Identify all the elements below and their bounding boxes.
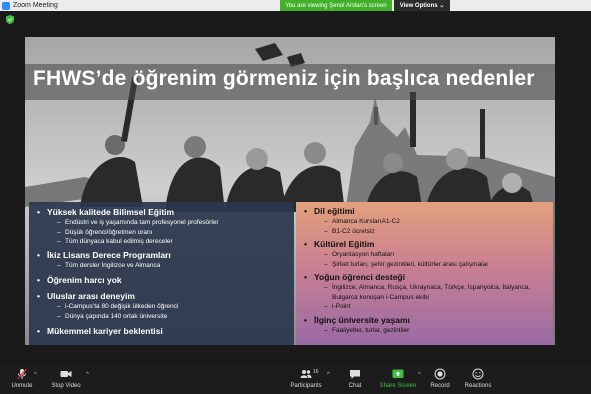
participants-button[interactable]: Participants bbox=[281, 368, 331, 389]
stop-video-button[interactable]: Stop Video bbox=[41, 368, 91, 389]
reason-item: Dünya çapında 140 ortak üniversite bbox=[29, 312, 294, 322]
participants-icon bbox=[300, 370, 312, 378]
record-icon bbox=[434, 368, 446, 380]
stop-video-label: Stop Video bbox=[51, 383, 81, 389]
slide-title: FHWS’de öğrenim görmeniz için başlıca ne… bbox=[33, 67, 535, 90]
share-screen-icon bbox=[392, 369, 404, 378]
reason-item: Faaliyetler, turlar, gezintiler bbox=[296, 326, 553, 336]
muted-mic-icon bbox=[17, 368, 27, 380]
video-camera-icon bbox=[60, 371, 72, 377]
reason-heading: Yüksek kalitede Bilimsel Eğitim bbox=[29, 207, 294, 218]
reason-item: Almanca KurslarıA1-C2 bbox=[296, 217, 553, 227]
reason-item: B1-C2 ücretsiz bbox=[296, 227, 553, 237]
zoom-app-icon bbox=[2, 1, 10, 10]
presentation-slide: FHWS’de öğrenim görmeniz için başlıca ne… bbox=[25, 37, 555, 345]
reason-item: Tüm dersler İngilizce ve Almanca bbox=[29, 261, 294, 271]
window-title: Zoom Meeting bbox=[13, 2, 58, 9]
reason-heading: İkiz Lisans Derece Programları bbox=[29, 250, 294, 261]
audio-options-caret[interactable]: ^ bbox=[34, 372, 37, 378]
unmute-label: Unmute bbox=[11, 383, 33, 389]
reason-item: Şirket turları, şehir gezintileri, kültü… bbox=[296, 260, 553, 270]
chat-bubble-icon bbox=[350, 370, 360, 379]
meeting-controls-bar: Unmute ^ Stop Video ^ Participants 16 ^ … bbox=[0, 364, 591, 394]
reason-heading: Mükemmel kariyer beklentisi bbox=[29, 326, 294, 337]
reason-item: Endüstri ve iş yaşamında tam profesyonel… bbox=[29, 218, 294, 228]
view-options-button[interactable]: View Options ⌄ bbox=[394, 0, 450, 11]
reason-heading: Yoğun öğrenci desteği bbox=[296, 272, 553, 283]
reason-item: Tüm dünyaca kabul edilmiş dereceler bbox=[29, 237, 294, 247]
reason-heading: Öğrenim harcı yok bbox=[29, 275, 294, 286]
view-options-label: View Options bbox=[399, 2, 438, 9]
smiley-reaction-icon bbox=[472, 368, 484, 380]
reason-heading: Kültürel Eğitim bbox=[296, 239, 553, 250]
reason-heading: İlginç üniversite yaşamı bbox=[296, 315, 553, 326]
reason-item: i-Campus’ta 80 değişik ülkeden öğrenci bbox=[29, 302, 294, 312]
reactions-button[interactable]: Reactions bbox=[453, 368, 503, 389]
participants-count: 16 bbox=[313, 369, 319, 375]
reason-item: Düşük öğrenci/öğretmen oranı bbox=[29, 228, 294, 238]
reason-item: İngilizce, Almanca, Rusça, Ukraynaca, Tü… bbox=[296, 283, 553, 302]
shield-icon[interactable] bbox=[6, 15, 14, 24]
reactions-label: Reactions bbox=[464, 383, 492, 389]
chat-label: Chat bbox=[348, 383, 362, 389]
right-reasons-panel: Dil eğitimi Almanca KurslarıA1-C2 B1-C2 … bbox=[296, 202, 553, 345]
reason-heading: Dil eğitimi bbox=[296, 206, 553, 217]
screen-share-banner: You are viewing Şenol Arslan's screen bbox=[280, 0, 392, 11]
video-options-caret[interactable]: ^ bbox=[86, 372, 89, 378]
reason-item: Oryantasyon haftaları bbox=[296, 250, 553, 260]
left-reasons-panel: Yüksek kalitede Bilimsel Eğitim Endüstri… bbox=[29, 202, 294, 345]
share-screen-label: Share Screen bbox=[379, 383, 417, 389]
participants-label: Participants bbox=[290, 383, 322, 389]
reason-item: i-Point bbox=[296, 302, 553, 312]
record-label: Record bbox=[430, 383, 450, 389]
reason-heading: Uluslar arası deneyim bbox=[29, 291, 294, 302]
unmute-button[interactable]: Unmute bbox=[0, 368, 47, 389]
